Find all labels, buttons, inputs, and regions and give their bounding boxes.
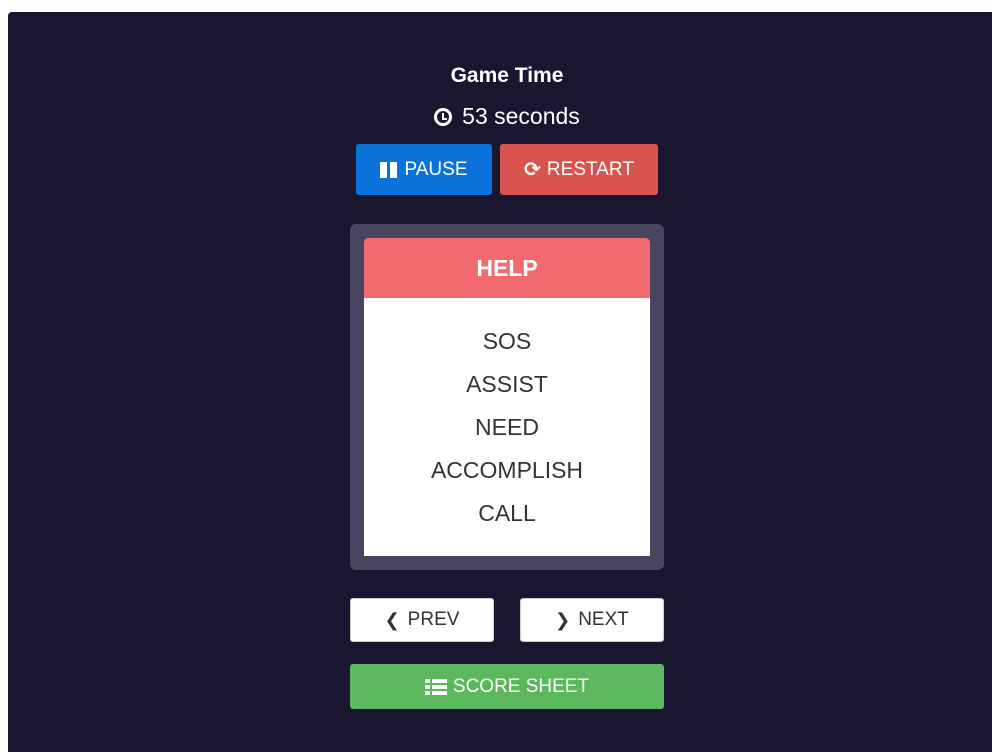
chevron-left-icon: ❮ (384, 609, 400, 630)
pause-button[interactable]: PAUSE (356, 144, 492, 195)
taboo-word: NEED (475, 414, 539, 440)
restart-button[interactable]: ⟳ RESTART (500, 144, 658, 195)
taboo-word: ACCOMPLISH (430, 457, 584, 483)
timer-title: Game Time (450, 64, 564, 87)
restart-label: RESTART (546, 158, 634, 180)
clock-icon (434, 108, 453, 126)
refresh-icon: ⟳ (524, 158, 541, 181)
pause-label: PAUSE (404, 158, 468, 180)
chevron-right-icon: ❯ (555, 609, 571, 630)
list-icon (424, 678, 447, 695)
card-title: HELP (364, 238, 650, 298)
prev-label: PREV (407, 609, 460, 630)
taboo-word: SOS (482, 328, 532, 354)
next-button[interactable]: ❯ NEXT (520, 598, 664, 642)
next-label: NEXT (578, 609, 629, 630)
taboo-word-list: SOS ASSIST NEED ACCOMPLISH CALL (364, 298, 650, 540)
prev-button[interactable]: ❮ PREV (350, 598, 494, 642)
pause-icon (380, 161, 398, 179)
taboo-word: CALL (478, 500, 536, 526)
timer-value: 53 seconds (462, 103, 580, 129)
taboo-word: ASSIST (466, 371, 548, 397)
timer-display: 53 seconds (0, 103, 992, 130)
score-sheet-label: SCORE SHEET (452, 675, 590, 697)
word-card: HELP SOS ASSIST NEED ACCOMPLISH CALL (364, 238, 650, 556)
score-sheet-button[interactable]: SCORE SHEET (350, 664, 664, 709)
